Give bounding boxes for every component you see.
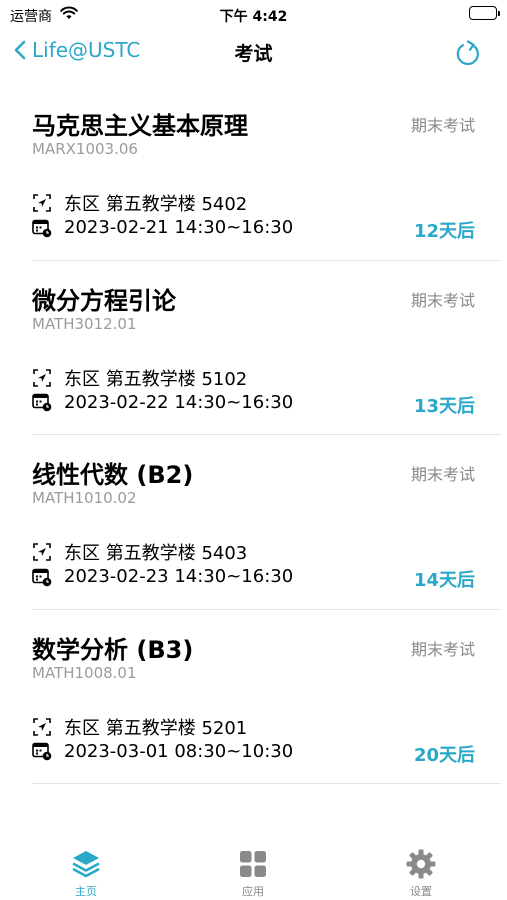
exam-card[interactable]: 微分方程引论 MATH3012.01 期末考试 东区 第五教学楼 5102 20… [32, 261, 501, 435]
exam-list: 马克思主义基本原理 MARX1003.06 期末考试 东区 第五教学楼 5402… [32, 86, 501, 784]
gear-icon [371, 848, 471, 880]
exam-location: 东区 第五教学楼 5102 [64, 368, 248, 390]
exam-time: 2023-02-21 14:30~16:30 [64, 217, 294, 238]
stack-icon [36, 848, 136, 880]
exam-time: 2023-02-22 14:30~16:30 [64, 391, 294, 413]
exam-code: MATH1008.01 [32, 663, 137, 682]
exam-card[interactable]: 数学分析 (B3) MATH1008.01 期末考试 东区 第五教学楼 5201… [32, 610, 501, 784]
tab-apps-label: 应用 [242, 885, 264, 898]
location-arrow-icon [32, 368, 52, 388]
calendar-clock-icon [32, 567, 52, 587]
exam-time-row: 2023-03-01 08:30~10:30 [32, 741, 293, 762]
exam-location: 东区 第五教学楼 5402 [64, 194, 248, 215]
refresh-button[interactable] [455, 38, 483, 72]
exam-time-row: 2023-02-23 14:30~16:30 [32, 566, 293, 587]
exam-type: 期末考试 [410, 639, 475, 659]
exam-code: MATH3012.01 [32, 314, 137, 333]
exam-countdown: 14天后 [413, 570, 475, 591]
exam-location: 东区 第五教学楼 5403 [64, 543, 248, 564]
tab-home[interactable]: 主页 [36, 848, 136, 899]
calendar-clock-icon [32, 392, 52, 412]
status-time: 下午 4:42 [219, 9, 288, 25]
exam-location-row: 东区 第五教学楼 5402 [32, 190, 247, 216]
status-bar: 运营商 下午 4:42 [0, 0, 507, 28]
exam-countdown: 20天后 [413, 744, 475, 766]
exam-time: 2023-02-23 14:30~16:30 [64, 566, 294, 587]
exam-name: 数学分析 (B3) [32, 635, 194, 664]
exam-name: 微分方程引论 [32, 286, 176, 315]
tab-apps[interactable]: 应用 [203, 848, 303, 899]
tab-bar: 主页 应用 设置 [0, 840, 507, 900]
exam-type: 期末考试 [410, 465, 475, 484]
battery-icon [469, 6, 500, 20]
exam-name: 马克思主义基本原理 [32, 112, 248, 140]
exam-type: 期末考试 [410, 116, 475, 135]
navigation-bar: Life@USTC 考试 [0, 30, 507, 76]
exam-time-row: 2023-02-21 14:30~16:30 [32, 217, 293, 238]
exam-code: MARX1003.06 [32, 140, 138, 158]
exam-type: 期末考试 [410, 290, 475, 310]
exam-location-row: 东区 第五教学楼 5201 [32, 714, 247, 740]
location-arrow-icon [32, 717, 52, 737]
tab-settings-label: 设置 [410, 885, 432, 898]
exam-time-row: 2023-02-22 14:30~16:30 [32, 392, 293, 413]
calendar-clock-icon [32, 218, 52, 238]
page-title: 考试 [234, 43, 273, 65]
exam-card[interactable]: 线性代数 (B2) MATH1010.02 期末考试 东区 第五教学楼 5403… [32, 435, 501, 610]
exam-card[interactable]: 马克思主义基本原理 MARX1003.06 期末考试 东区 第五教学楼 5402… [32, 86, 501, 261]
exam-name: 线性代数 (B2) [32, 461, 194, 489]
exam-location-row: 东区 第五教学楼 5102 [32, 365, 247, 391]
location-arrow-icon [32, 542, 52, 562]
calendar-clock-icon [32, 741, 52, 761]
exam-location: 东区 第五教学楼 5201 [64, 717, 248, 739]
refresh-icon [456, 40, 479, 65]
tab-home-label: 主页 [75, 885, 97, 898]
grid-icon [203, 848, 303, 880]
exam-countdown: 12天后 [413, 221, 475, 242]
exam-countdown: 13天后 [413, 395, 475, 417]
exam-location-row: 东区 第五教学楼 5403 [32, 539, 247, 565]
location-arrow-icon [32, 193, 52, 213]
exam-time: 2023-03-01 08:30~10:30 [64, 740, 294, 762]
tab-settings[interactable]: 设置 [371, 848, 471, 899]
exam-code: MATH1010.02 [32, 489, 137, 507]
